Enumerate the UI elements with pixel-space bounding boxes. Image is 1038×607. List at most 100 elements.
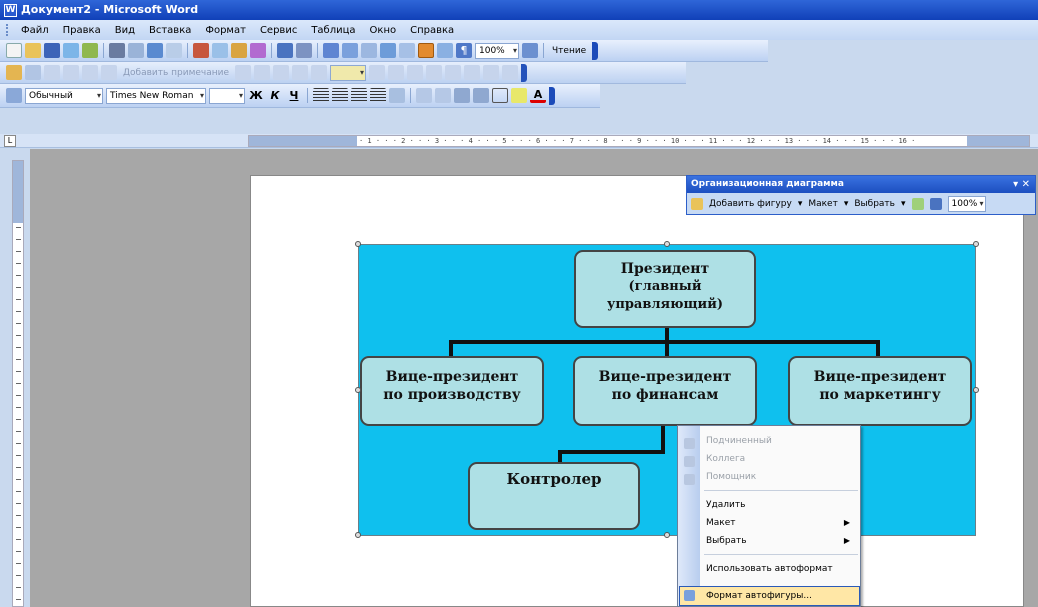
track-icon[interactable] (388, 65, 405, 80)
reading-button[interactable]: Чтение (549, 46, 589, 56)
help-icon[interactable] (522, 43, 538, 58)
org-chart[interactable]: Президент (главный управляющий) Вице-пре… (355, 241, 979, 538)
selection-handle[interactable] (664, 532, 670, 538)
menu-item-select[interactable]: Выбрать ▶ (706, 532, 856, 550)
color-select[interactable] (330, 64, 367, 81)
track-icon[interactable] (369, 65, 386, 80)
tab-selector-icon[interactable]: L (4, 135, 16, 147)
font-select[interactable]: Times New Roman (106, 87, 206, 104)
email-icon[interactable] (82, 43, 98, 58)
insert-shape-button[interactable]: Добавить фигуру (709, 199, 792, 209)
track-icon[interactable] (445, 65, 462, 80)
track-icon[interactable] (82, 65, 98, 80)
select-button[interactable]: Выбрать (854, 199, 895, 209)
chevron-down-icon[interactable]: ▾ (901, 199, 906, 209)
review-icon[interactable] (25, 65, 41, 80)
italic-icon[interactable]: К (267, 88, 283, 103)
selection-handle[interactable] (355, 532, 361, 538)
fit-text-icon[interactable] (929, 198, 942, 210)
menu-item-autoformat[interactable]: Использовать автоформат (706, 560, 856, 578)
font-color-icon[interactable]: A (530, 88, 546, 103)
permission-icon[interactable] (63, 43, 79, 58)
selection-handle[interactable] (355, 241, 361, 247)
font-size-select[interactable] (209, 87, 245, 104)
vp-marketing-box[interactable]: Вице-президент по маркетингу (788, 356, 972, 426)
track-icon[interactable] (464, 65, 481, 80)
menu-edit[interactable]: Правка (61, 24, 103, 37)
track-icon[interactable] (292, 65, 309, 80)
copy-icon[interactable] (212, 43, 228, 58)
menu-window[interactable]: Окно (368, 24, 399, 37)
document-map-icon[interactable] (437, 43, 453, 58)
align-center-icon[interactable] (332, 88, 348, 103)
track-icon[interactable] (483, 65, 500, 80)
menu-item-coworker[interactable]: Коллега (706, 450, 856, 468)
paste-icon[interactable] (231, 43, 247, 58)
president-box[interactable]: Президент (главный управляющий) (574, 250, 756, 328)
layout-button[interactable]: Макет (808, 199, 838, 209)
insert-excel-icon[interactable] (380, 43, 396, 58)
toolbar-options-icon[interactable] (521, 63, 528, 82)
vertical-ruler[interactable] (12, 160, 24, 607)
open-icon[interactable] (25, 43, 41, 58)
borders-icon[interactable] (492, 88, 508, 103)
selection-handle[interactable] (355, 387, 361, 393)
vp-finance-box[interactable]: Вице-президент по финансам (573, 356, 757, 426)
bold-icon[interactable]: Ж (248, 88, 264, 103)
track-icon[interactable] (426, 65, 443, 80)
menu-file[interactable]: Файл (19, 24, 51, 37)
numbering-icon[interactable] (416, 88, 432, 103)
spelling-icon[interactable] (147, 43, 163, 58)
org-zoom-select[interactable]: 100% (947, 196, 986, 212)
track-icon[interactable] (101, 65, 117, 80)
track-icon[interactable] (254, 65, 271, 80)
research-icon[interactable] (166, 43, 182, 58)
selection-handle[interactable] (973, 387, 979, 393)
track-icon[interactable] (407, 65, 424, 80)
drawing-icon[interactable] (418, 43, 434, 58)
menu-tools[interactable]: Сервис (258, 24, 299, 37)
menu-format[interactable]: Формат (203, 24, 248, 37)
menu-table[interactable]: Таблица (309, 24, 357, 37)
menu-item-subordinate[interactable]: Подчиненный (706, 432, 856, 450)
menu-item-delete[interactable]: Удалить (706, 496, 856, 514)
toolbar-options-icon[interactable] (549, 86, 555, 105)
menu-view[interactable]: Вид (113, 24, 137, 37)
menu-item-layout[interactable]: Макет ▶ (706, 514, 856, 532)
track-icon[interactable] (63, 65, 79, 80)
insert-table-icon[interactable] (361, 43, 377, 58)
menubar-grip[interactable] (6, 24, 9, 36)
align-left-icon[interactable] (313, 88, 329, 103)
chevron-down-icon[interactable]: ▾ (798, 199, 803, 209)
track-icon[interactable] (235, 65, 252, 80)
menu-help[interactable]: Справка (408, 24, 456, 37)
vp-production-box[interactable]: Вице-президент по производству (360, 356, 544, 426)
cut-icon[interactable] (193, 43, 209, 58)
decrease-indent-icon[interactable] (454, 88, 470, 103)
close-icon[interactable]: ▾ ✕ (1013, 176, 1030, 193)
autoformat-icon[interactable] (911, 198, 924, 210)
print-icon[interactable] (109, 43, 125, 58)
track-icon[interactable] (311, 65, 328, 80)
justify-icon[interactable] (370, 88, 386, 103)
undo-icon[interactable] (277, 43, 293, 58)
tables-borders-icon[interactable] (342, 43, 358, 58)
controller-box[interactable]: Контролер (468, 462, 640, 530)
org-toolbar-titlebar[interactable]: Организационная диаграмма ▾ ✕ (687, 176, 1035, 193)
edit-icon[interactable] (6, 65, 22, 80)
menu-insert[interactable]: Вставка (147, 24, 193, 37)
styles-icon[interactable] (6, 88, 22, 103)
track-icon[interactable] (273, 65, 290, 80)
toolbar-options-icon[interactable] (592, 41, 599, 60)
save-icon[interactable] (44, 43, 60, 58)
insert-comment-button[interactable]: Добавить примечание (120, 68, 232, 78)
redo-icon[interactable] (296, 43, 312, 58)
zoom-select[interactable]: 100% (475, 42, 519, 59)
chevron-down-icon[interactable]: ▾ (844, 199, 849, 209)
track-icon[interactable] (502, 65, 519, 80)
insert-shape-icon[interactable] (691, 198, 703, 210)
selection-handle[interactable] (664, 241, 670, 247)
horizontal-ruler[interactable]: · 1 · · · 2 · · · 3 · · · 4 · · · 5 · · … (248, 135, 1030, 147)
menu-item-assistant[interactable]: Помощник (706, 468, 856, 486)
line-spacing-icon[interactable] (389, 88, 405, 103)
